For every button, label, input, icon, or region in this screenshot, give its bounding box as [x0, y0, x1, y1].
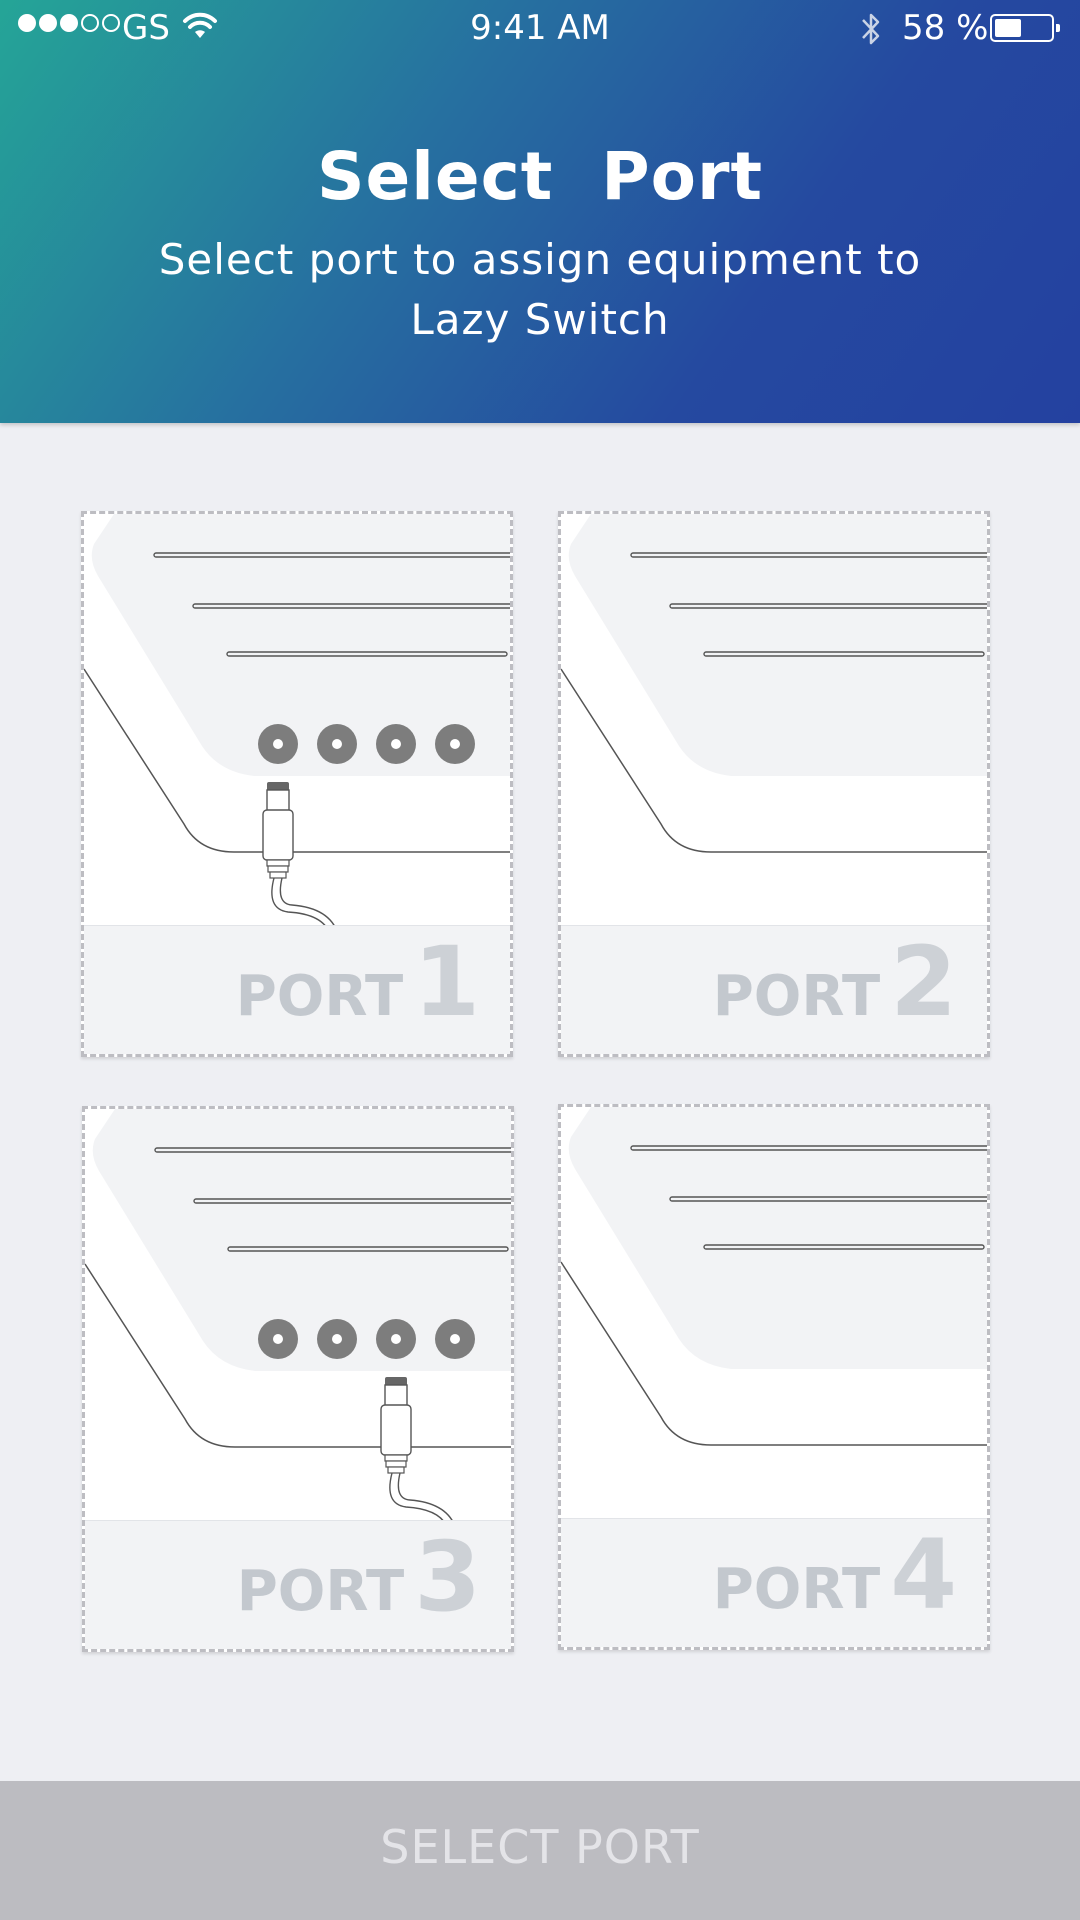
port-card-2[interactable]: PORT 2: [558, 511, 990, 1057]
port-label-band: PORT 3: [85, 1520, 511, 1649]
switch-illustration: [561, 1107, 987, 1446]
port-card-3[interactable]: PORT 3: [82, 1106, 514, 1652]
port-label-band: PORT 4: [561, 1518, 987, 1647]
port-word: PORT: [236, 1559, 405, 1624]
port-word: PORT: [712, 964, 881, 1029]
port-number: 2: [890, 926, 957, 1038]
switch-illustration: [561, 514, 987, 853]
bluetooth-icon: [862, 13, 880, 45]
port-label: PORT 4: [713, 1519, 957, 1631]
plug-icon: [262, 782, 339, 934]
port-word: PORT: [235, 964, 404, 1029]
port-label-band: PORT 2: [561, 925, 987, 1054]
plug-icon: [380, 1377, 457, 1529]
port-word: PORT: [712, 1557, 881, 1622]
port-label: PORT 1: [236, 926, 480, 1038]
switch-illustration: [85, 1109, 511, 1529]
page-subtitle: Select port to assign equipment to Lazy …: [158, 235, 922, 344]
port-number: 1: [413, 926, 480, 1038]
status-bar: GS 9:41 AM 58 %: [0, 0, 1080, 60]
port-number: 3: [414, 1521, 481, 1633]
select-port-button[interactable]: SELECT PORT: [0, 1781, 1080, 1920]
battery-percent: 58 %: [902, 8, 989, 48]
port-card-4[interactable]: PORT 4: [558, 1104, 990, 1650]
port-label: PORT 3: [237, 1521, 481, 1633]
battery-icon: [990, 14, 1060, 42]
port-number: 4: [890, 1519, 957, 1631]
page-title: Select Port: [316, 138, 764, 215]
port-label: PORT 2: [713, 926, 957, 1038]
switch-illustration: [84, 514, 510, 934]
header: GS 9:41 AM 58 % Select Port Select port …: [0, 0, 1080, 423]
port-card-1[interactable]: PORT 1: [81, 511, 513, 1057]
port-label-band: PORT 1: [84, 925, 510, 1054]
